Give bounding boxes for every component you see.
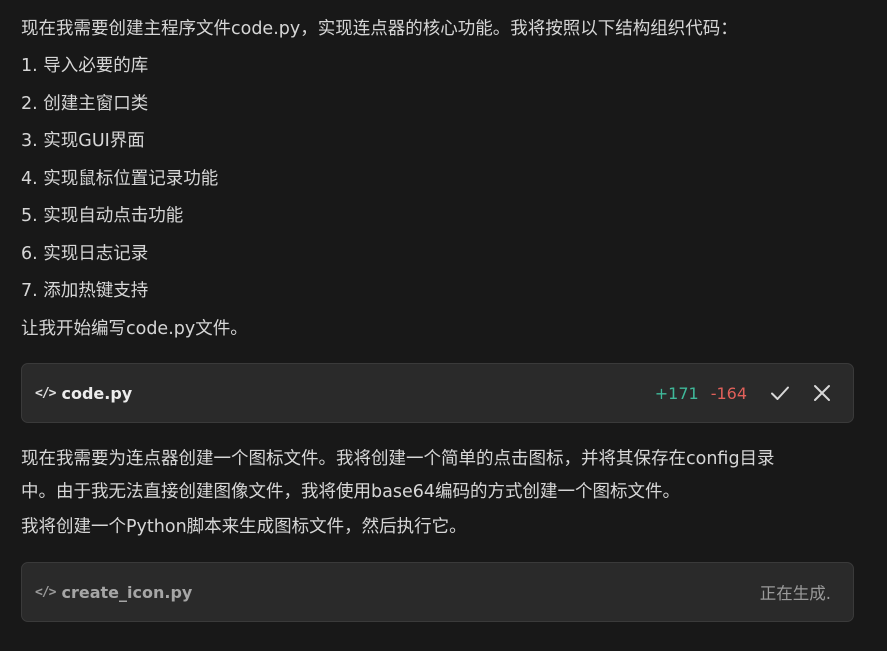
step-item: 2. 创建主窗口类 — [21, 94, 149, 114]
code-file-card[interactable]: </> code.py +171 -164 — [21, 363, 854, 423]
step-item: 5. 实现自动点击功能 — [21, 206, 184, 226]
generation-status: 正在生成. — [759, 584, 831, 603]
paragraph-text: 我将创建一个Python脚本来生成图标文件，然后执行它。 — [21, 517, 467, 537]
generating-file-card[interactable]: </> create_icon.py 正在生成. — [21, 562, 854, 622]
file-name[interactable]: create_icon.py — [61, 583, 192, 602]
code-icon: </> — [35, 584, 57, 600]
paragraph-line: 中。由于我无法直接创建图像文件，我将使用base64编码的方式创建一个图标文件。 — [21, 482, 680, 502]
file-name[interactable]: code.py — [61, 384, 132, 403]
step-item: 3. 实现GUI界面 — [21, 131, 145, 151]
step-item: 6. 实现日志记录 — [21, 244, 149, 264]
close-icon[interactable] — [811, 382, 833, 404]
step-item: 7. 添加热键支持 — [21, 281, 149, 301]
step-item: 4. 实现鼠标位置记录功能 — [21, 169, 219, 189]
intro-text: 现在我需要创建主程序文件code.py，实现连点器的核心功能。我将按照以下结构组… — [21, 19, 738, 39]
paragraph-line: 现在我需要为连点器创建一个图标文件。我将创建一个简单的点击图标，并将其保存在co… — [21, 449, 775, 469]
start-text: 让我开始编写code.py文件。 — [21, 319, 248, 339]
code-icon: </> — [35, 385, 57, 401]
lines-removed-count: -164 — [710, 383, 747, 403]
lines-added-count: +171 — [654, 383, 699, 403]
check-icon[interactable] — [769, 382, 791, 404]
step-item: 1. 导入必要的库 — [21, 56, 149, 76]
